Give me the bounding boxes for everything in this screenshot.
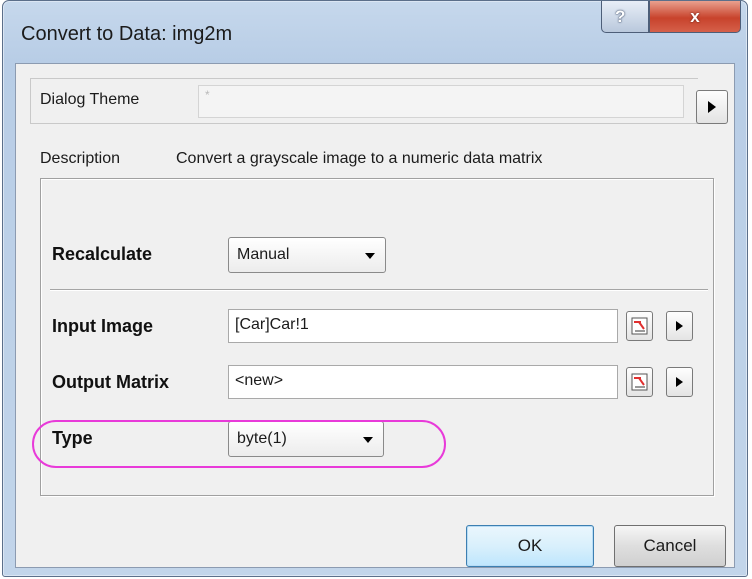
- window-title: Convert to Data: img2m: [21, 23, 233, 45]
- description-text: Convert a grayscale image to a numeric d…: [176, 150, 543, 167]
- group-divider: [50, 289, 708, 291]
- input-image-menu-button[interactable]: [666, 311, 693, 341]
- ok-button[interactable]: OK: [466, 525, 594, 567]
- dialog-theme-label: Dialog Theme: [40, 91, 140, 108]
- recalculate-label-text: Recalculate: [52, 244, 153, 264]
- triangle-right-icon: [676, 321, 683, 331]
- chevron-down-icon: [365, 253, 375, 259]
- description-label: Description: [40, 150, 121, 167]
- close-button[interactable]: x: [649, 1, 741, 33]
- range-picker-icon: [631, 373, 648, 391]
- range-picker-icon: [631, 317, 648, 335]
- theme-menu-button[interactable]: [696, 90, 728, 124]
- type-combo[interactable]: byte(1): [228, 421, 384, 457]
- input-image-field[interactable]: [Car]Car!1: [228, 309, 618, 343]
- cancel-button[interactable]: Cancel: [614, 525, 726, 567]
- chevron-down-icon: [363, 437, 373, 443]
- help-icon: ?: [615, 6, 626, 26]
- close-icon: x: [690, 6, 700, 26]
- help-button[interactable]: ?: [601, 1, 649, 33]
- type-value: byte(1): [237, 430, 287, 447]
- output-matrix-picker-button[interactable]: [626, 367, 653, 397]
- dialog-theme-field[interactable]: *: [198, 85, 684, 118]
- triangle-right-icon: [708, 101, 716, 113]
- output-matrix-label: Output Matrix: [52, 372, 169, 392]
- triangle-right-icon: [676, 377, 683, 387]
- output-matrix-field[interactable]: <new>: [228, 365, 618, 399]
- input-image-label: Input Image: [52, 316, 154, 336]
- output-matrix-menu-button[interactable]: [666, 367, 693, 397]
- input-image-picker-button[interactable]: [626, 311, 653, 341]
- type-label: Type: [52, 428, 93, 448]
- recalculate-value: Manual: [237, 246, 290, 263]
- recalculate-combo[interactable]: Manual: [228, 237, 386, 273]
